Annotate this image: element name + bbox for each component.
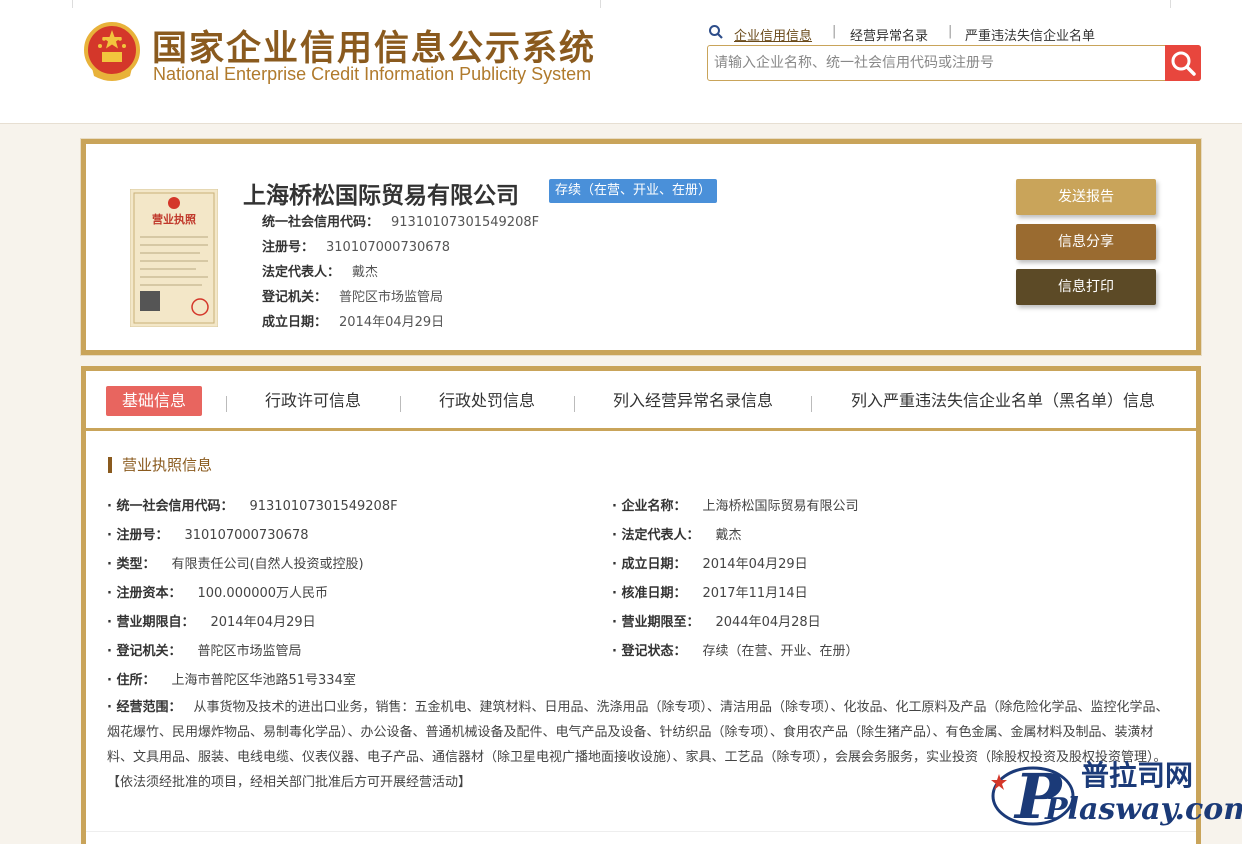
field-value: 存续（在营、开业、在册） (702, 644, 859, 659)
field-value: 上海桥松国际贸易有限公司 (702, 499, 859, 514)
info-field: 成立日期： 2014年04月29日 (612, 553, 808, 572)
info-field: 住所： 上海市普陀区华池路51号334室 (107, 669, 356, 688)
field-label: 企业名称： (612, 499, 686, 514)
watermark-text-en: Plasway.com (1045, 792, 1242, 827)
tab-separator (574, 396, 575, 412)
info-field: 登记状态： 存续（在营、开业、在册） (612, 640, 859, 659)
info-field: 注册号： 310107000730678 (107, 524, 309, 543)
field-value: 2014年04月29日 (339, 315, 445, 330)
field-label: 成立日期： (612, 557, 686, 572)
nav-link-abnormal-list[interactable]: 经营异常名录 (850, 25, 928, 44)
search-input[interactable] (714, 52, 1154, 74)
info-field: 类型： 有限责任公司(自然人投资或控股) (107, 553, 364, 572)
company-summary-card: 营业执照 上海桥松国际贸易有限公司 存续（在营、开业、在册） 统一社会信用代码：… (81, 139, 1201, 355)
license-title: 营业执照 (152, 212, 196, 226)
field-value: 100.000000万人民币 (197, 586, 329, 601)
field-label: 住所： (107, 673, 155, 688)
field-label: 营业期限自： (107, 615, 194, 630)
nav-link-blacklist[interactable]: 严重违法失信企业名单 (965, 25, 1095, 44)
field-label: 经营范围： (107, 700, 181, 715)
field-value: 2044年04月28日 (715, 615, 821, 630)
info-field: 营业期限自： 2014年04月29日 (107, 611, 316, 630)
field-label: 类型： (107, 557, 155, 572)
tab-separator (400, 396, 401, 412)
info-field: 注册资本： 100.000000万人民币 (107, 582, 328, 601)
magnifier-icon (709, 25, 723, 39)
field-value: 普陀区市场监管局 (339, 290, 444, 305)
field-value: 有限责任公司(自然人投资或控股) (171, 557, 364, 572)
field-label: 成立日期： (262, 315, 328, 330)
tab-separator (811, 396, 812, 412)
search-icon (1171, 51, 1196, 76)
nav-separator: | (832, 24, 837, 39)
summary-field: 法定代表人： 戴杰 (262, 261, 378, 280)
nav-separator: | (948, 24, 953, 39)
tab-separator (226, 396, 227, 412)
info-field: 营业期限至： 2044年04月28日 (612, 611, 821, 630)
tab-abnormal-list[interactable]: 列入经营异常名录信息 (613, 386, 773, 416)
field-value: 2017年11月14日 (702, 586, 808, 601)
tab-blacklist[interactable]: 列入严重违法失信企业名单（黑名单）信息 (851, 386, 1155, 416)
status-badge: 存续（在营、开业、在册） (549, 179, 718, 203)
share-info-button[interactable]: 信息分享 (1016, 224, 1156, 260)
field-value: 91310107301549208F (391, 215, 540, 230)
field-label: 统一社会信用代码： (262, 215, 380, 230)
info-field: 统一社会信用代码： 91310107301549208F (107, 495, 398, 514)
tab-admin-penalty[interactable]: 行政处罚信息 (439, 386, 535, 416)
info-field: 企业名称： 上海桥松国际贸易有限公司 (612, 495, 859, 514)
watermark-logo: P 普拉司网 Plasway.com (985, 752, 1242, 836)
field-label: 营业期限至： (612, 615, 699, 630)
field-value: 91310107301549208F (249, 499, 398, 514)
field-label: 注册号： (107, 528, 168, 543)
national-emblem-icon (84, 22, 140, 81)
field-label: 登记状态： (612, 644, 686, 659)
search-bar (707, 45, 1201, 81)
site-header: 国家企业信用信息公示系统 National Enterprise Credit … (0, 0, 1242, 124)
tab-admin-license[interactable]: 行政许可信息 (265, 386, 361, 416)
field-label: 登记机关： (262, 290, 328, 305)
field-label: 注册号： (262, 240, 315, 255)
watermark-text-cn: 普拉司网 (1081, 759, 1194, 792)
field-label: 核准日期： (612, 586, 686, 601)
field-value: 普陀区市场监管局 (197, 644, 302, 659)
summary-field: 登记机关： 普陀区市场监管局 (262, 286, 443, 305)
field-label: 注册资本： (107, 586, 181, 601)
field-value: 2014年04月29日 (702, 557, 808, 572)
send-report-button[interactable]: 发送报告 (1016, 179, 1156, 215)
field-value: 戴杰 (715, 528, 742, 543)
field-value: 戴杰 (352, 265, 379, 280)
section-title: 营业执照信息 (108, 457, 212, 473)
summary-field: 注册号： 310107000730678 (262, 236, 450, 255)
site-title-en: National Enterprise Credit Information P… (153, 64, 592, 84)
header-topline (0, 0, 1242, 8)
tab-basic-info[interactable]: 基础信息 (106, 386, 203, 416)
field-value: 2014年04月29日 (210, 615, 316, 630)
field-value: 310107000730678 (326, 240, 451, 255)
field-label: 法定代表人： (262, 265, 341, 280)
field-label: 登记机关： (107, 644, 181, 659)
info-field: 核准日期： 2017年11月14日 (612, 582, 808, 601)
business-license-icon: 营业执照 (130, 189, 218, 327)
info-field: 法定代表人： 戴杰 (612, 524, 742, 543)
info-field: 登记机关： 普陀区市场监管局 (107, 640, 302, 659)
field-value: 上海市普陀区华池路51号334室 (171, 673, 356, 688)
print-info-button[interactable]: 信息打印 (1016, 269, 1156, 305)
nav-link-enterprise-credit[interactable]: 企业信用信息 (734, 25, 812, 44)
summary-field: 成立日期： 2014年04月29日 (262, 311, 444, 330)
tab-bar: 基础信息 行政许可信息 行政处罚信息 列入经营异常名录信息 列入严重违法失信企业… (86, 371, 1196, 431)
field-label: 统一社会信用代码： (107, 499, 233, 514)
company-name: 上海桥松国际贸易有限公司 (243, 183, 519, 209)
field-label: 法定代表人： (612, 528, 699, 543)
summary-field: 统一社会信用代码： 91310107301549208F (262, 211, 539, 230)
search-button[interactable] (1165, 45, 1201, 81)
field-value: 310107000730678 (184, 528, 309, 543)
